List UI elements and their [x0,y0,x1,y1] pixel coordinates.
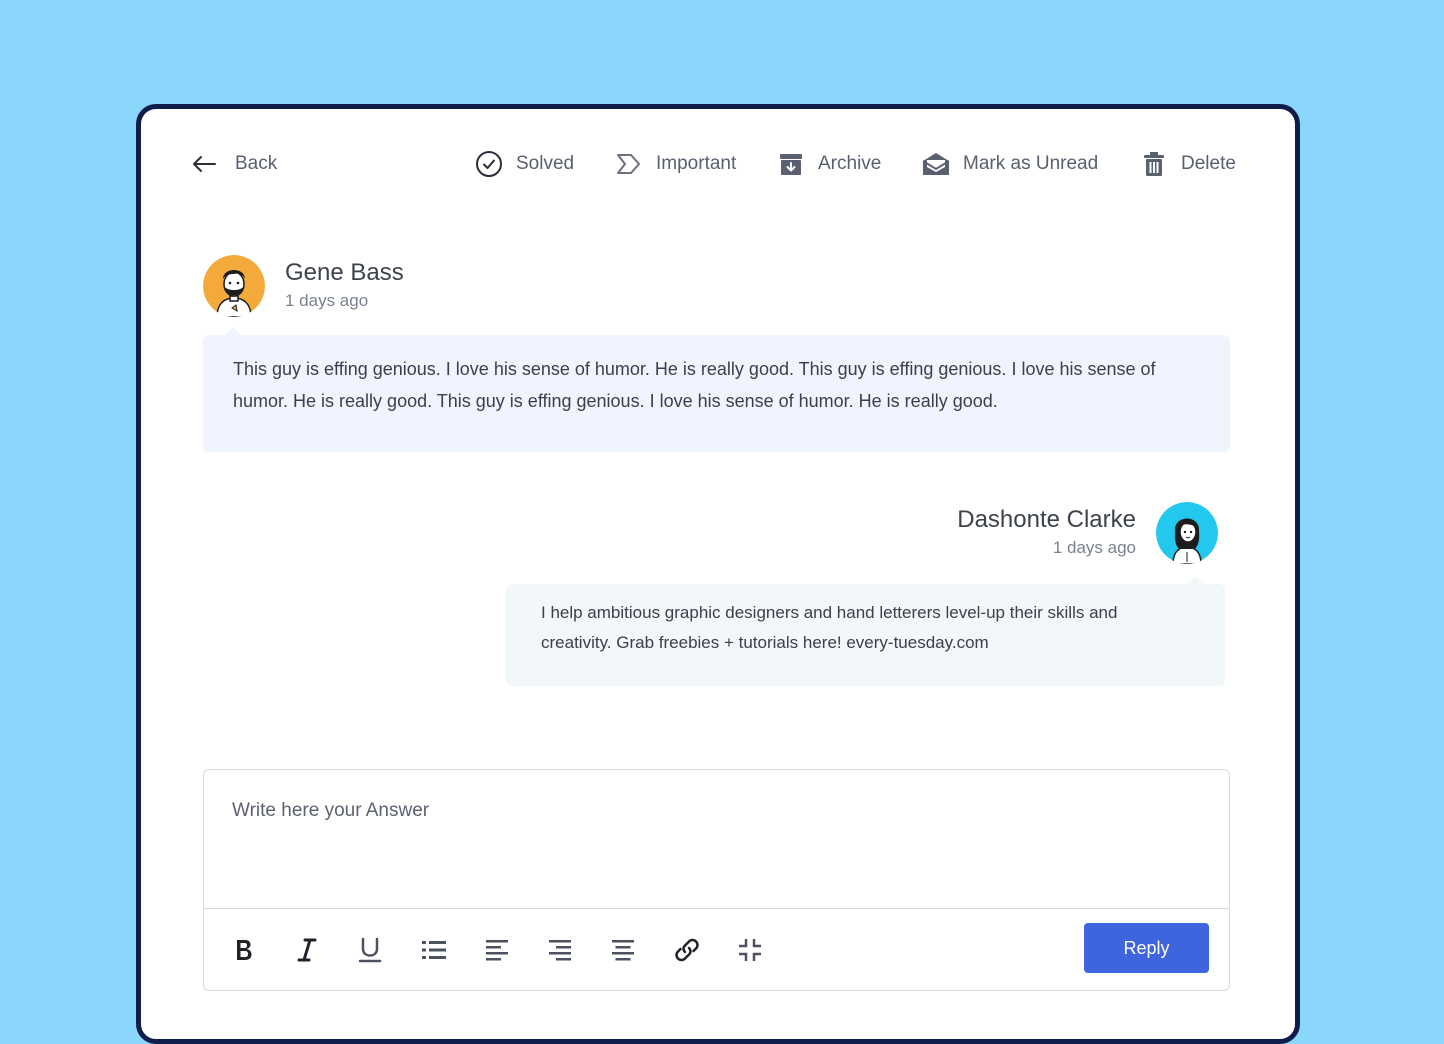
message-time: 1 days ago [1052,538,1136,557]
collapse-button[interactable] [733,933,767,967]
formatting-toolbar: Reply [204,908,1229,991]
avatar[interactable] [1156,502,1218,564]
trash-icon [1139,149,1169,179]
solved-button[interactable]: Solved [474,147,574,181]
bold-icon [233,937,255,963]
check-circle-icon [474,149,504,179]
mark-unread-label: Mark as Unread [963,153,1099,174]
message-bubble: This guy is effing genious. I love his s… [203,327,1230,452]
align-left-button[interactable] [480,933,514,967]
avatar[interactable] [203,255,265,317]
delete-button[interactable]: Delete [1139,147,1236,181]
italic-button[interactable] [290,933,324,967]
back-label: Back [235,153,278,174]
author-name: Dashonte Clarke [957,506,1136,533]
mark-unread-button[interactable]: Mark as Unread [921,147,1098,181]
archive-label: Archive [818,153,882,174]
open-envelope-icon [921,149,951,179]
align-center-icon [610,938,636,962]
collapse-icon [737,937,763,963]
link-icon [673,936,701,964]
important-button[interactable]: Important [614,147,736,181]
author-name: Gene Bass [285,259,404,286]
reply-button[interactable]: Reply [1084,923,1209,973]
ticket-toolbar: Back Solved Important Archive Mark as Un… [141,109,1295,219]
align-right-icon [547,938,573,962]
list-icon [420,938,448,962]
arrow-left-icon [189,149,219,179]
archive-button[interactable]: Archive [776,147,881,181]
solved-label: Solved [516,153,575,174]
message-header: Dashonte Clarke 1 days ago [957,502,1218,564]
underline-icon [357,936,383,964]
important-label: Important [656,153,737,174]
reply-editor: Reply [203,769,1230,991]
important-tag-icon [614,149,644,179]
ticket-card: Back Solved Important Archive Mark as Un… [136,104,1300,1044]
message-header: Gene Bass 1 days ago [203,255,404,317]
message-time: 1 days ago [285,291,369,310]
archive-box-icon [776,149,806,179]
align-left-icon [484,938,510,962]
back-button[interactable]: Back [189,147,277,181]
align-right-button[interactable] [543,933,577,967]
answer-input[interactable] [204,770,1229,908]
message-meta: Dashonte Clarke 1 days ago [957,506,1136,560]
align-center-button[interactable] [606,933,640,967]
italic-icon [297,937,317,963]
insert-link-button[interactable] [670,933,704,967]
bold-button[interactable] [227,933,261,967]
message-bubble: I help ambitious graphic designers and h… [506,576,1225,686]
delete-label: Delete [1181,153,1236,174]
message-meta: Gene Bass 1 days ago [285,259,404,313]
bullet-list-button[interactable] [417,933,451,967]
underline-button[interactable] [353,933,387,967]
